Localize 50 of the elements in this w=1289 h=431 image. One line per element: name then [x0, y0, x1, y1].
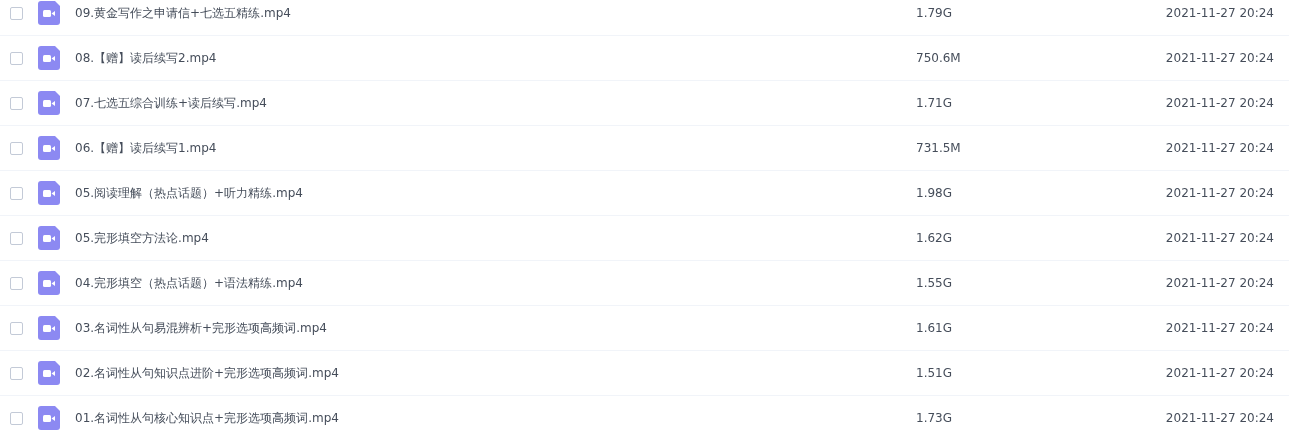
file-name[interactable]: 05.完形填空方法论.mp4 [75, 229, 916, 247]
checkbox[interactable] [10, 186, 23, 200]
file-size: 1.51G [916, 366, 953, 380]
checkbox[interactable] [10, 6, 23, 20]
modified-date: 2021-11-27 20:24 [1165, 366, 1274, 380]
modified-date: 2021-11-27 20:24 [1165, 321, 1274, 335]
file-name[interactable]: 08.【赠】读后续写2.mp4 [75, 49, 916, 67]
modified-date: 2021-11-27 20:24 [1165, 276, 1274, 290]
modified-date: 2021-11-27 20:24 [1165, 141, 1274, 155]
video-file-icon [38, 181, 60, 205]
file-name[interactable]: 04.完形填空（热点话题）+语法精练.mp4 [75, 274, 916, 292]
file-name[interactable]: 05.阅读理解（热点话题）+听力精练.mp4 [75, 184, 916, 202]
modified-date: 2021-11-27 20:24 [1165, 186, 1274, 200]
file-name[interactable]: 03.名词性从句易混辨析+完形选项高频词.mp4 [75, 319, 916, 337]
checkbox[interactable] [10, 96, 23, 110]
checkbox[interactable] [10, 231, 23, 245]
file-size: 731.5M [916, 141, 961, 155]
modified-date: 2021-11-27 20:24 [1165, 6, 1274, 20]
video-file-icon [38, 91, 60, 115]
file-size: 1.62G [916, 231, 953, 245]
file-name[interactable]: 02.名词性从句知识点进阶+完形选项高频词.mp4 [75, 364, 916, 382]
file-name[interactable]: 07.七选五综合训练+读后续写.mp4 [75, 94, 916, 112]
file-size: 1.98G [916, 186, 953, 200]
file-size: 1.55G [916, 276, 953, 290]
checkbox[interactable] [10, 411, 23, 425]
modified-date: 2021-11-27 20:24 [1165, 411, 1274, 425]
checkbox[interactable] [10, 366, 23, 380]
file-size: 750.6M [916, 51, 961, 65]
video-file-icon [38, 271, 60, 295]
file-size: 1.73G [916, 411, 953, 425]
file-size: 1.61G [916, 321, 953, 335]
checkbox[interactable] [10, 276, 23, 290]
video-file-icon [38, 226, 60, 250]
file-name[interactable]: 09.黄金写作之申请信+七选五精练.mp4 [75, 4, 916, 22]
file-name[interactable]: 06.【赠】读后续写1.mp4 [75, 139, 916, 157]
video-file-icon [38, 136, 60, 160]
checkbox[interactable] [10, 321, 23, 335]
modified-date: 2021-11-27 20:24 [1165, 51, 1274, 65]
checkbox[interactable] [10, 51, 23, 65]
video-file-icon [38, 361, 60, 385]
video-file-icon [38, 1, 60, 25]
file-size: 1.71G [916, 96, 953, 110]
modified-date: 2021-11-27 20:24 [1165, 96, 1274, 110]
file-name[interactable]: 01.名词性从句核心知识点+完形选项高频词.mp4 [75, 409, 916, 427]
video-file-icon [38, 316, 60, 340]
video-file-icon [38, 406, 60, 430]
video-file-icon [38, 46, 60, 70]
modified-date: 2021-11-27 20:24 [1165, 231, 1274, 245]
file-size: 1.79G [916, 6, 953, 20]
checkbox[interactable] [10, 141, 23, 155]
